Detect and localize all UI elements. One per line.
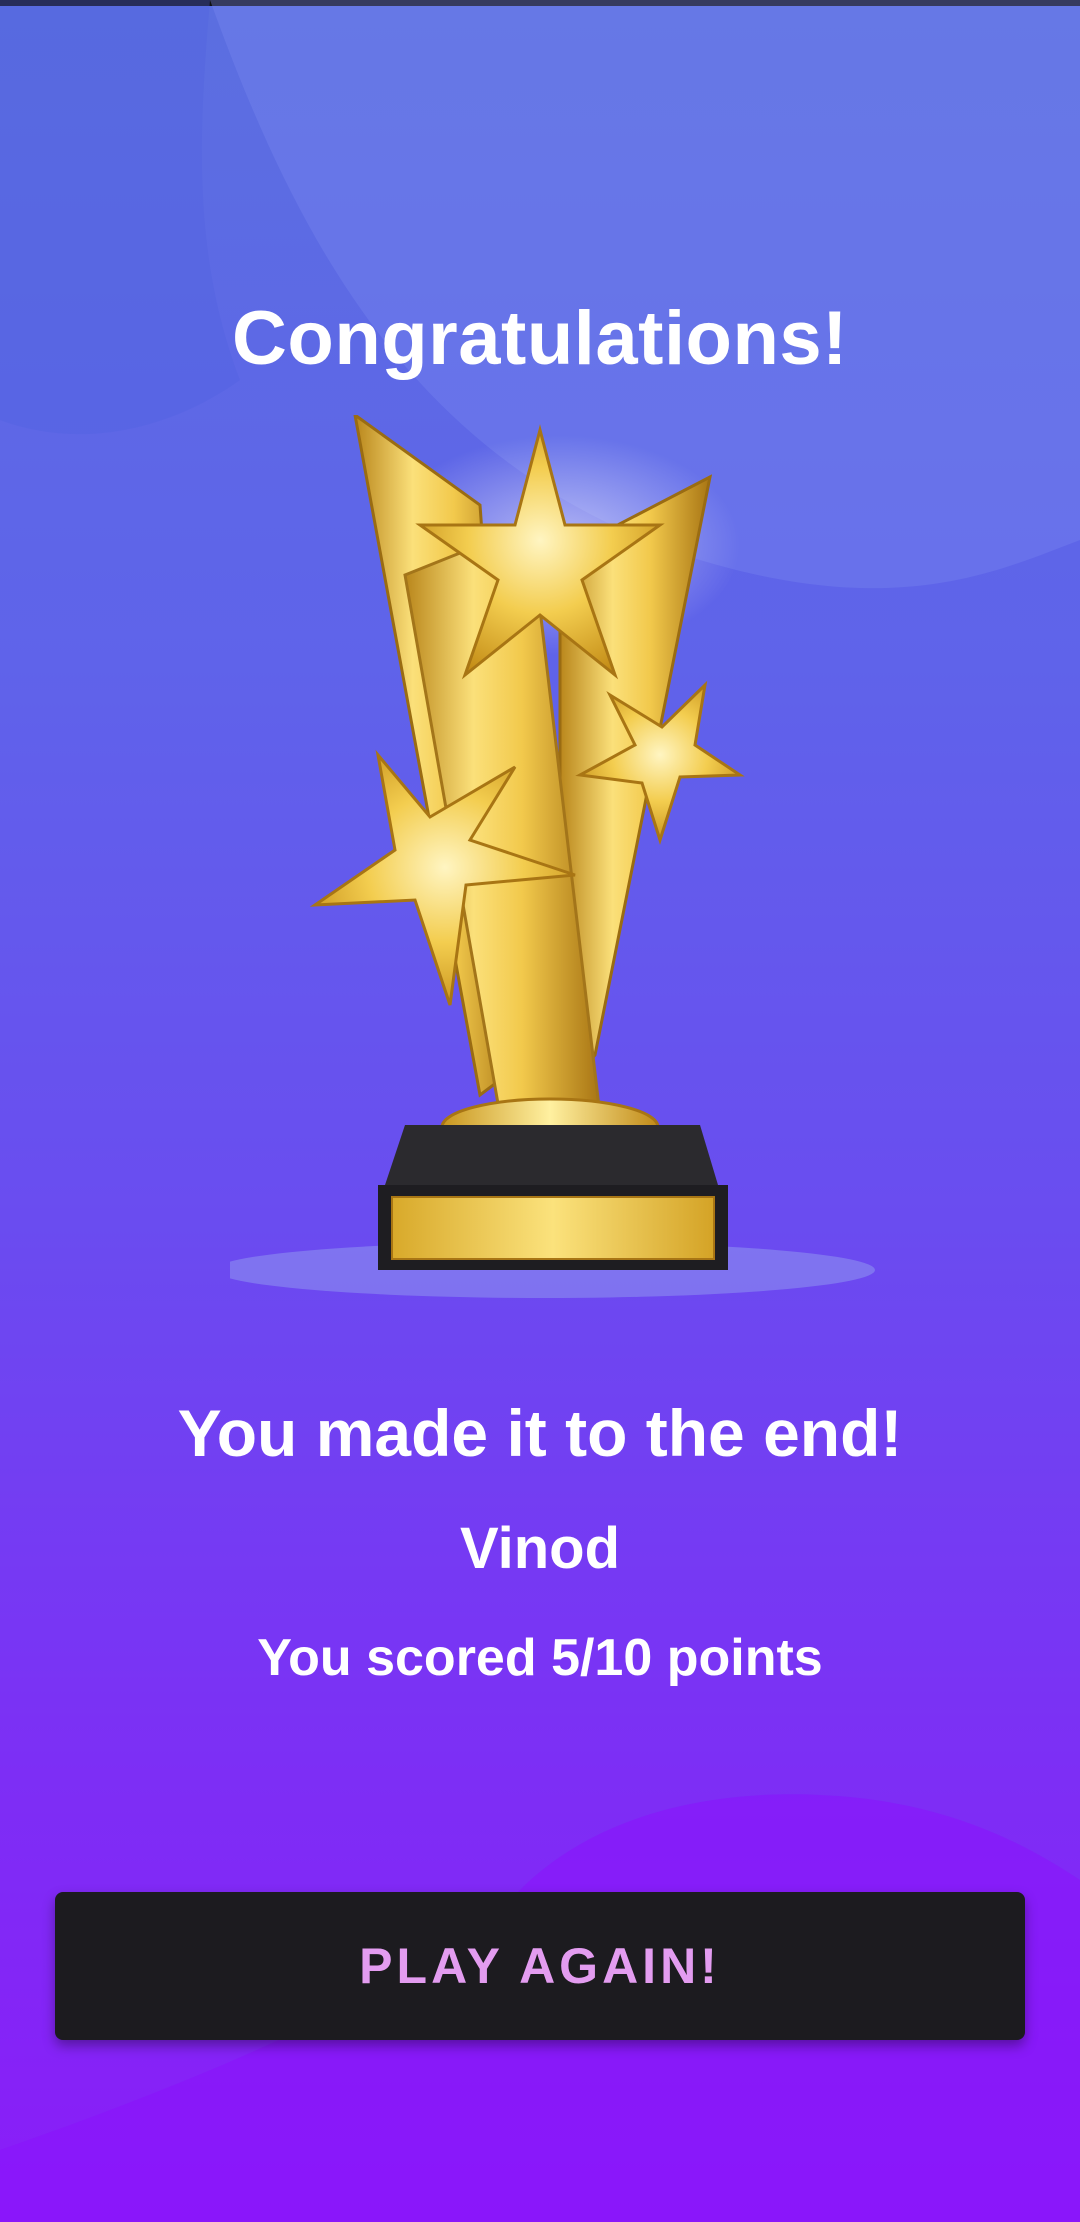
page-title: Congratulations! — [232, 296, 848, 381]
status-bar — [0, 0, 1080, 6]
completion-headline: You made it to the end! — [177, 1396, 903, 1470]
trophy-icon — [230, 415, 875, 1298]
score-text: You scored 5/10 points — [257, 1629, 823, 1687]
play-again-button[interactable]: PLAY AGAIN! — [55, 1892, 1025, 2040]
player-name: Vinod — [459, 1516, 621, 1581]
